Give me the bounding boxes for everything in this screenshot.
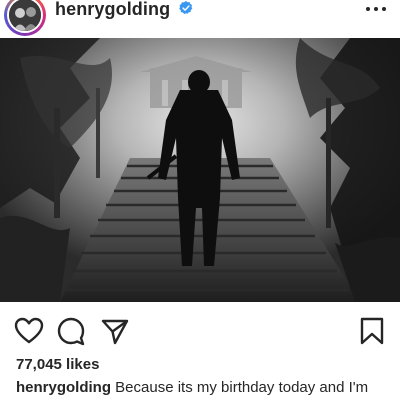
post-username[interactable]: henrygolding xyxy=(55,0,170,20)
post-header: henrygolding xyxy=(0,0,400,38)
comment-button[interactable] xyxy=(56,316,86,346)
post-photo[interactable] xyxy=(0,38,400,302)
heart-icon xyxy=(14,317,44,344)
bookmark-icon xyxy=(360,317,384,345)
instagram-post: henrygolding 77,045 likes henrygolding B… xyxy=(0,0,400,400)
verified-badge-icon xyxy=(179,1,193,15)
likes-count[interactable]: 77,045 likes xyxy=(16,356,99,374)
share-button[interactable] xyxy=(100,316,130,346)
more-horizontal-icon[interactable] xyxy=(364,1,388,17)
caption-username[interactable]: henrygolding xyxy=(16,379,111,396)
comment-icon xyxy=(57,317,85,346)
story-ring[interactable] xyxy=(4,0,46,36)
save-button[interactable] xyxy=(357,316,387,346)
like-button[interactable] xyxy=(14,316,44,346)
caption-text: Because its my birthday today and I'm xyxy=(111,379,369,396)
post-action-bar xyxy=(0,312,400,348)
post-caption: henrygolding Because its my birthday tod… xyxy=(16,379,400,397)
avatar[interactable] xyxy=(7,0,43,33)
paper-plane-icon xyxy=(101,319,129,345)
